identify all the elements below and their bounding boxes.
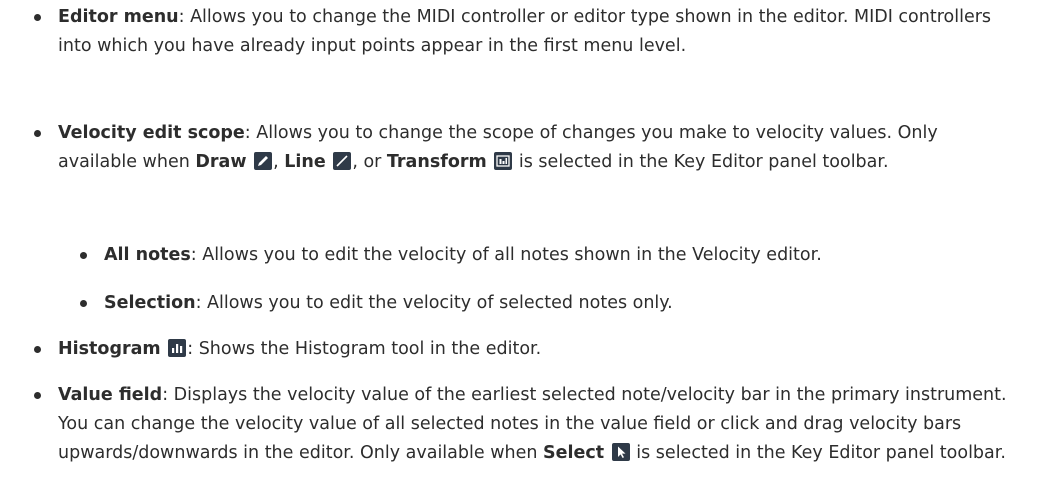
list-item-editor-menu: Editor menu: Allows you to change the MI… [58,3,1008,61]
list-item-histogram: Histogram : Shows the Histogram tool in … [58,335,1008,364]
term-selection: Selection [104,293,196,313]
desc-editor-menu: : Allows you to change the MIDI controll… [58,7,992,56]
bullet [34,14,41,21]
desc-selection: : Allows you to edit the velocity of sel… [195,293,673,313]
histogram-icon [168,339,187,357]
bullet [34,392,41,399]
transform-icon [494,152,513,170]
separator: , [273,152,285,172]
term-histogram: Histogram [58,339,161,359]
bullet [80,300,87,307]
term-velocity-edit-scope: Velocity edit scope [58,123,245,143]
line-icon [333,152,352,170]
desc-velocity-edit-scope-end: is selected in the Key Editor panel tool… [513,152,889,172]
term-value-field: Value field [58,385,163,405]
pencil-icon [254,152,273,170]
term-editor-menu: Editor menu [58,7,179,27]
select-label: Select [543,443,605,463]
document-body: Editor menu: Allows you to change the MI… [0,0,1047,497]
transform-label: Transform [386,152,487,172]
bullet [34,130,41,137]
desc-value-field-end: is selected in the Key Editor panel tool… [630,443,1006,463]
list-item-selection: Selection: Allows you to edit the veloci… [104,289,1014,318]
separator: , or [352,152,387,172]
list-item-value-field: Value field: Displays the velocity value… [58,381,1008,468]
term-all-notes: All notes [104,245,191,265]
select-cursor-icon [611,443,630,461]
draw-label: Draw [195,152,247,172]
desc-histogram: : Shows the Histogram tool in the editor… [187,339,542,359]
desc-all-notes: : Allows you to edit the velocity of all… [190,245,822,265]
line-label: Line [284,152,326,172]
list-item-velocity-edit-scope: Velocity edit scope: Allows you to chang… [58,119,1008,177]
bullet [80,252,87,259]
bullet [34,346,41,353]
list-item-all-notes: All notes: Allows you to edit the veloci… [104,241,1014,270]
